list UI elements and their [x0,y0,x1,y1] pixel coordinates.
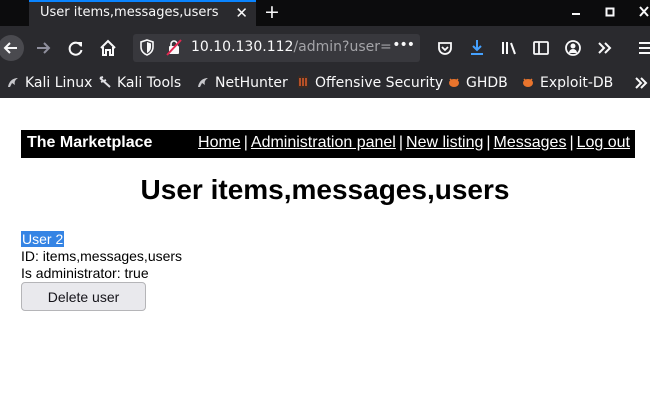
bookmark-label: NetHunter [215,75,288,91]
kali-tools-icon [99,76,111,88]
pocket-icon[interactable] [434,35,456,61]
bookmarks-toolbar: Kali Linux Kali Tools NetHunter Offensiv… [0,70,650,98]
nav-admin-link[interactable]: Administration panel [251,134,396,151]
bookmark-label: Kali Linux [25,75,93,91]
user-admin-status: Is administrator: true [21,265,149,281]
reload-icon[interactable] [63,35,89,61]
nav-separator: | [569,134,574,151]
user-id: ID: items,messages,users [21,248,183,264]
url-host: 10.10.130.112 [191,39,294,55]
exploit-db-bug-icon [523,78,533,87]
nav-logout-link[interactable]: Log out [577,134,630,151]
bookmark-kali-linux[interactable]: Kali Linux [6,75,92,93]
bookmark-label: GHDB [466,75,508,91]
overflow-chevron-icon[interactable] [594,35,616,61]
nav-toolbar: 10.10.130.112/admin?user=- ••• [0,26,650,70]
bookmark-ghdb[interactable]: GHDB [447,75,508,93]
nav-separator: | [486,134,491,151]
site-brand: The Marketplace [27,134,153,151]
download-icon[interactable] [466,35,488,61]
tab-bar: User items,messages,users ✕ + [0,0,650,26]
page-actions-icon[interactable]: ••• [392,37,415,53]
bookmark-nethunter[interactable]: NetHunter [196,75,288,93]
bookmark-exploit-db[interactable]: Exploit-DB [521,75,613,93]
maximize-icon[interactable] [603,4,617,20]
nav-new-listing-link[interactable]: New listing [406,134,483,151]
site-header: The Marketplace Home | Administration pane… [21,130,635,158]
url-path: /admin?user=- [293,39,391,55]
nav-separator: | [398,134,404,151]
bookmarks-overflow-icon[interactable] [634,74,648,96]
shield-icon[interactable] [140,39,154,56]
back-icon[interactable] [0,35,24,61]
offsec-icon [298,76,308,88]
nav-home-link[interactable]: Home [198,134,241,151]
ghdb-bug-icon [449,78,459,87]
close-tab-icon[interactable]: ✕ [235,4,248,22]
insecure-lock-icon[interactable] [166,39,182,56]
forward-icon[interactable] [31,35,57,61]
user-name: User 2 [21,231,65,247]
page-title: User items,messages,users [140,174,510,205]
nav-messages-link[interactable]: Messages [494,134,567,151]
close-window-icon[interactable] [637,4,650,20]
bookmark-label: Offensive Security [315,75,444,91]
bookmark-kali-tools[interactable]: Kali Tools [98,75,181,93]
bookmark-offensive-security[interactable]: Offensive Security [296,75,443,93]
bookmark-label: Kali Tools [117,75,182,91]
user-details: User 2 ID: items,messages,users Is admin… [21,231,182,282]
tab-title: User items,messages,users [40,5,219,20]
url-text[interactable]: 10.10.130.112/admin?user=- [191,39,391,55]
new-tab-button[interactable]: + [262,0,282,24]
library-icon[interactable] [498,35,520,61]
delete-user-button[interactable]: Delete user [21,282,146,311]
home-icon[interactable] [95,35,121,61]
bookmark-label: Exploit-DB [540,75,614,91]
minimize-icon[interactable] [569,4,583,20]
site-nav: Home | Administration panel | New listing | Me… [198,134,630,152]
menu-icon[interactable] [633,35,650,61]
kali-dragon-icon [8,78,18,87]
url-bar[interactable]: 10.10.130.112/admin?user=- ••• [133,34,420,62]
nav-separator: | [243,134,248,151]
sidebar-icon[interactable] [530,35,552,61]
tab-active[interactable]: User items,messages,users ✕ [29,0,256,26]
nethunter-icon [198,78,208,87]
account-icon[interactable] [562,35,584,61]
